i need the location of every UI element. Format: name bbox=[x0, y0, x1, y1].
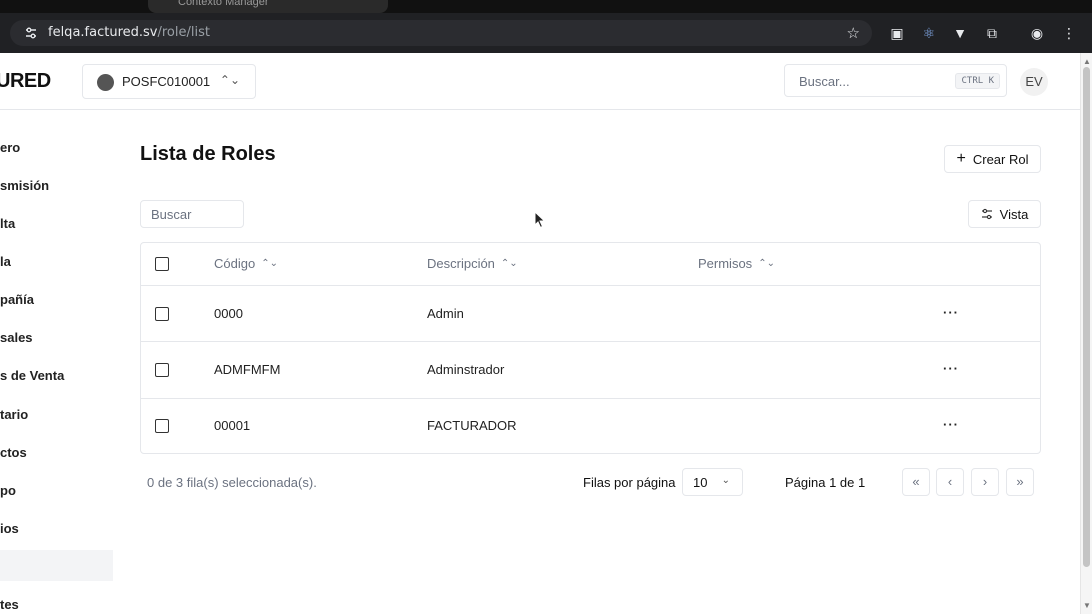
company-name: POSFC010001 bbox=[122, 74, 211, 89]
sidebar-item[interactable]: po bbox=[0, 483, 16, 498]
role-filter-input[interactable]: Buscar bbox=[140, 200, 244, 228]
mouse-cursor-icon bbox=[534, 211, 546, 229]
rows-per-page-value: 10 bbox=[693, 475, 708, 490]
extensions-puzzle-icon[interactable]: ⧉ bbox=[983, 24, 1001, 42]
browser-tab[interactable]: Contexto Manager bbox=[148, 0, 388, 13]
double-chevron-left-icon: « bbox=[912, 474, 920, 489]
sidebar-item[interactable]: la bbox=[0, 254, 11, 269]
row-actions-icon[interactable]: ··· bbox=[943, 305, 959, 320]
browser-tab-strip: Contexto Manager bbox=[0, 0, 1092, 13]
row-checkbox[interactable] bbox=[155, 307, 169, 321]
sort-icon: ⌃⌄ bbox=[261, 258, 278, 269]
create-role-label: Crear Rol bbox=[972, 151, 1029, 167]
app-header: URED POSFC010001 ⌃⌄ Buscar... CTRL K EV bbox=[0, 53, 1080, 110]
sidebar-active-highlight bbox=[0, 550, 113, 581]
company-avatar bbox=[97, 74, 114, 91]
chevron-right-icon: › bbox=[982, 474, 988, 489]
scroll-down-icon[interactable]: ▼ bbox=[1083, 601, 1091, 610]
url-path: /role/list bbox=[157, 25, 210, 40]
sidebar-item[interactable]: s de Venta bbox=[0, 368, 64, 383]
next-page-button[interactable]: › bbox=[971, 468, 999, 496]
sidebar-item[interactable]: pañía bbox=[0, 292, 34, 307]
table-header-row: Código ⌃⌄ Descripción ⌃⌄ Permisos ⌃⌄ bbox=[141, 243, 1040, 286]
scroll-up-icon[interactable]: ▲ bbox=[1083, 57, 1091, 66]
table-row[interactable]: 00001 FACTURADOR ··· bbox=[141, 399, 1040, 453]
page-info: Página 1 de 1 bbox=[785, 475, 866, 490]
company-selector[interactable]: POSFC010001 ⌃⌄ bbox=[82, 64, 256, 99]
bookmark-star-icon[interactable]: ☆ bbox=[847, 24, 860, 42]
role-code: ADMFMFM bbox=[214, 362, 281, 377]
translate-extension-icon[interactable]: ▣ bbox=[888, 24, 906, 42]
row-actions-icon[interactable]: ··· bbox=[943, 361, 959, 376]
first-page-button[interactable]: « bbox=[902, 468, 930, 496]
column-header-description[interactable]: Descripción ⌃⌄ bbox=[427, 256, 518, 271]
previous-page-button[interactable]: ‹ bbox=[936, 468, 964, 496]
row-actions-icon[interactable]: ··· bbox=[943, 417, 959, 432]
last-page-button[interactable]: » bbox=[1006, 468, 1034, 496]
column-header-code[interactable]: Código ⌃⌄ bbox=[214, 256, 278, 271]
role-code: 00001 bbox=[214, 418, 251, 433]
column-header-permissions[interactable]: Permisos ⌃⌄ bbox=[698, 256, 775, 271]
sort-icon: ⌃⌄ bbox=[758, 258, 775, 269]
column-header-permissions-label: Permisos bbox=[698, 256, 753, 271]
sidebar-item[interactable]: tes bbox=[0, 597, 19, 612]
role-description: Admin bbox=[427, 306, 464, 321]
sidebar-item[interactable]: sales bbox=[0, 330, 33, 345]
role-description: Adminstrador bbox=[427, 362, 505, 377]
table-row[interactable]: 0000 Admin ··· bbox=[141, 286, 1040, 342]
page-title: Lista de Roles bbox=[140, 143, 276, 165]
sidebar-item[interactable]: ios bbox=[0, 521, 19, 536]
rows-per-page-label: Filas por página bbox=[583, 475, 676, 490]
chevron-down-icon: ⌄ bbox=[721, 475, 730, 486]
selected-rows-count: 0 de 3 fila(s) seleccionada(s). bbox=[147, 475, 317, 490]
sidebar: ero smisión lta la pañía sales s de Vent… bbox=[0, 110, 113, 614]
create-role-button[interactable]: + Crear Rol bbox=[944, 145, 1041, 173]
url-text: felqa.factured.sv/role/list bbox=[48, 25, 210, 40]
rows-per-page-select[interactable]: 10 ⌄ bbox=[682, 468, 743, 496]
search-shortcut-badge: CTRL K bbox=[955, 73, 1000, 89]
sort-icon: ⌃⌄ bbox=[500, 258, 518, 269]
chevron-up-down-icon: ⌃⌄ bbox=[219, 73, 240, 87]
page-scrollbar[interactable]: ▲ ▼ bbox=[1080, 53, 1092, 614]
sidebar-item[interactable]: ctos bbox=[0, 445, 27, 460]
scrollbar-thumb[interactable] bbox=[1083, 67, 1090, 567]
column-header-code-label: Código bbox=[214, 256, 256, 271]
browser-toolbar: felqa.factured.sv/role/list ☆ ▣ ⚛ ▼ ⧉ ◉ … bbox=[0, 13, 1092, 53]
address-bar[interactable]: felqa.factured.sv/role/list ☆ bbox=[10, 20, 872, 46]
row-checkbox[interactable] bbox=[155, 419, 169, 433]
url-host: felqa.factured.sv bbox=[48, 25, 158, 40]
chevron-left-icon: ‹ bbox=[947, 474, 953, 489]
roles-table: Código ⌃⌄ Descripción ⌃⌄ Permisos ⌃⌄ 000… bbox=[140, 242, 1041, 454]
site-settings-icon[interactable] bbox=[24, 26, 38, 40]
view-options-label: Vista bbox=[999, 206, 1029, 222]
role-code: 0000 bbox=[214, 306, 243, 321]
role-description: FACTURADOR bbox=[427, 418, 517, 433]
user-avatar[interactable]: EV bbox=[1020, 68, 1048, 96]
sidebar-item[interactable]: smisión bbox=[0, 178, 49, 193]
global-search-placeholder: Buscar... bbox=[799, 74, 850, 89]
row-checkbox[interactable] bbox=[155, 363, 169, 377]
global-search-input[interactable]: Buscar... CTRL K bbox=[784, 64, 1007, 97]
react-devtools-icon[interactable]: ⚛ bbox=[920, 24, 938, 42]
sidebar-item[interactable]: ero bbox=[0, 140, 20, 155]
select-all-checkbox[interactable] bbox=[155, 257, 169, 271]
double-chevron-right-icon: » bbox=[1016, 474, 1024, 489]
vue-extension-icon[interactable]: ▼ bbox=[951, 24, 969, 42]
browser-tab-title: Contexto Manager bbox=[178, 0, 269, 8]
browser-menu-icon[interactable]: ⋮ bbox=[1060, 24, 1078, 42]
brand-logo[interactable]: URED bbox=[0, 70, 51, 93]
sidebar-item[interactable]: tario bbox=[0, 407, 28, 422]
column-header-description-label: Descripción bbox=[427, 256, 495, 271]
sliders-icon bbox=[981, 208, 992, 220]
profile-icon[interactable]: ◉ bbox=[1028, 24, 1046, 42]
plus-icon: + bbox=[956, 150, 966, 167]
sidebar-item[interactable]: lta bbox=[0, 216, 15, 231]
table-row[interactable]: ADMFMFM Adminstrador ··· bbox=[141, 342, 1040, 399]
view-options-button[interactable]: Vista bbox=[968, 200, 1041, 228]
